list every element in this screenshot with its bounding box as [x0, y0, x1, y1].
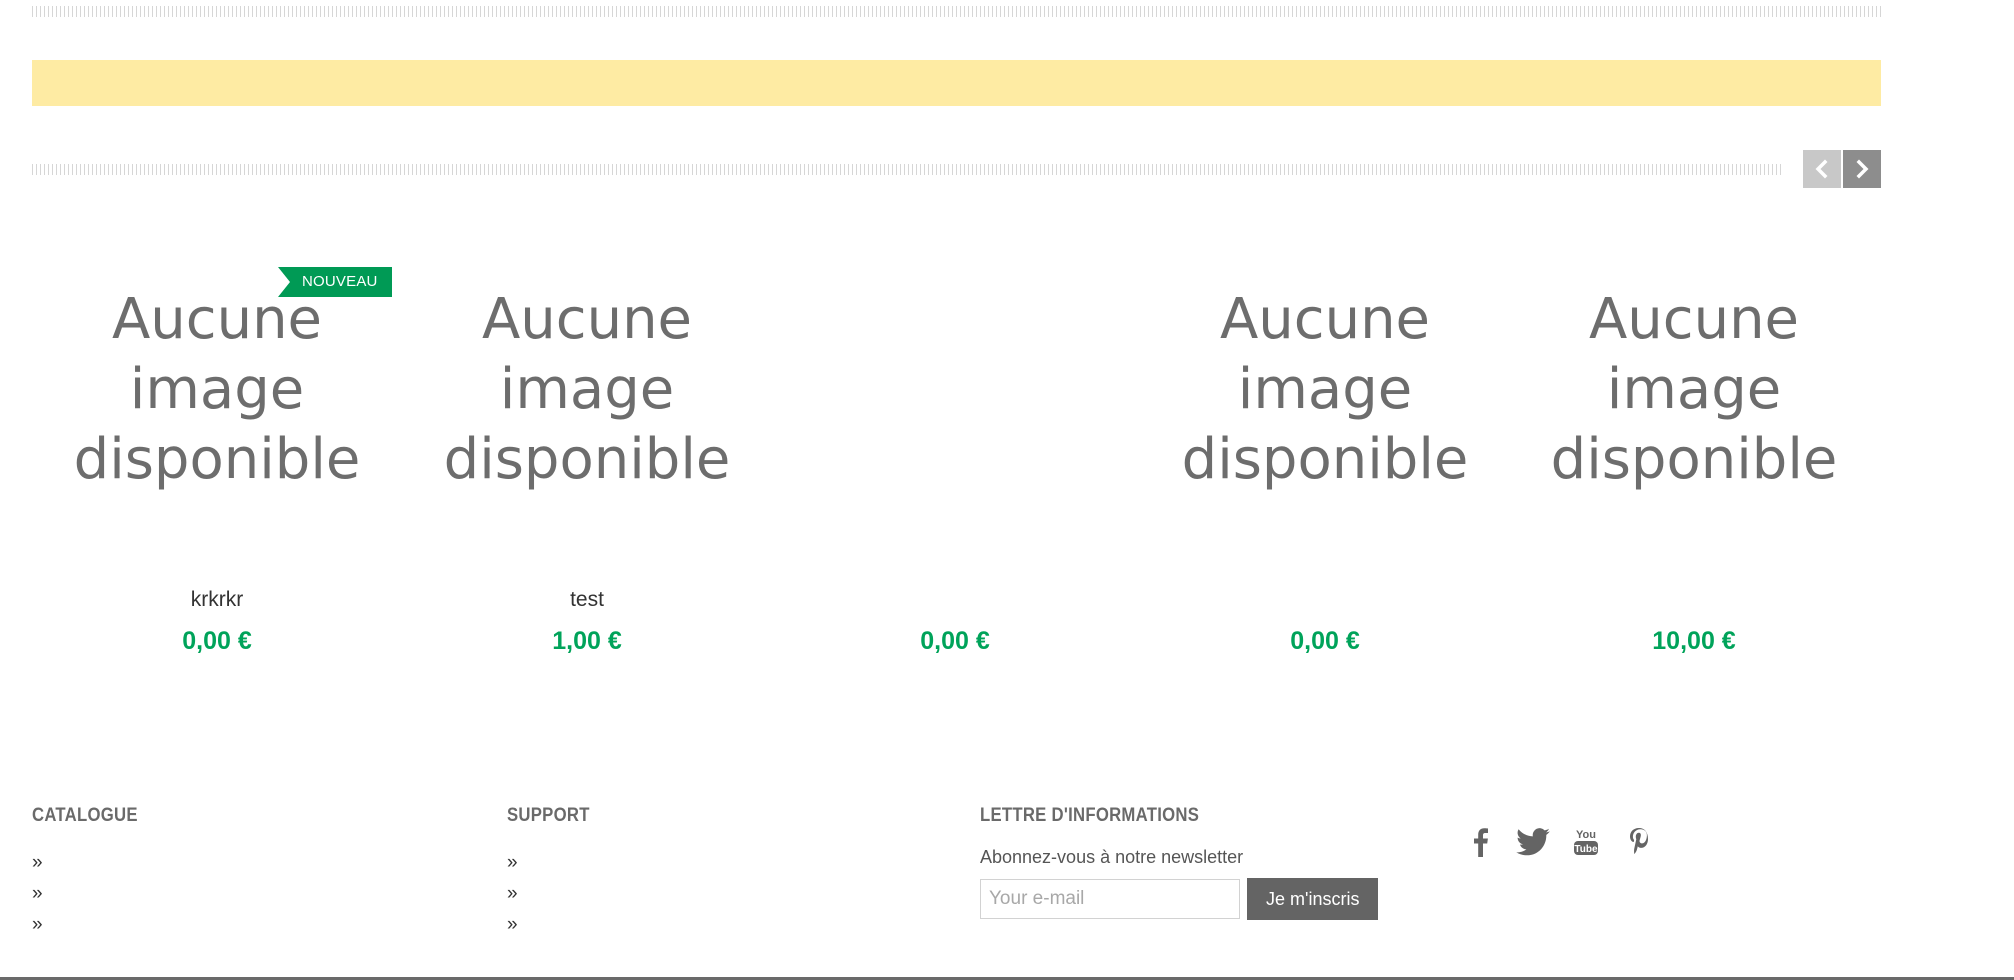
footer-newsletter: LETTRE D'INFORMATIONS Abonnez-vous à not… — [980, 805, 1379, 920]
pinterest-icon[interactable] — [1619, 822, 1659, 862]
newsletter-subscribe-button[interactable]: Je m'inscris — [1247, 878, 1379, 920]
footer-link[interactable]: » — [507, 909, 601, 940]
product-card[interactable]: NOUVEAU Aucune image disponible krkrkr 0… — [32, 265, 402, 675]
carousel-prev-button[interactable] — [1803, 150, 1841, 188]
image-placeholder-text: Aucune — [1588, 287, 1800, 352]
newsletter-email-input[interactable] — [980, 879, 1240, 919]
product-carousel: NOUVEAU Aucune image disponible krkrkr 0… — [32, 265, 1881, 675]
image-placeholder-text: disponible — [1181, 427, 1469, 492]
product-image-placeholder[interactable]: Aucune image disponible — [402, 287, 772, 492]
svg-text:You: You — [1576, 829, 1596, 841]
page: NOUVEAU Aucune image disponible krkrkr 0… — [0, 0, 2014, 980]
product-card[interactable]: Aucune image disponible test 1,00 € — [402, 265, 772, 675]
image-placeholder-text: image — [1237, 357, 1413, 422]
product-name[interactable]: test — [402, 588, 772, 612]
image-placeholder-text: image — [129, 357, 305, 422]
image-placeholder-text: disponible — [73, 427, 361, 492]
footer-catalogue-title: CATALOGUE — [32, 805, 138, 826]
carousel-next-button[interactable] — [1843, 150, 1881, 188]
notice-banner — [32, 60, 1881, 106]
youtube-icon[interactable]: You Tube — [1566, 822, 1606, 862]
footer-link[interactable]: » — [32, 847, 152, 878]
newsletter-description: Abonnez-vous à notre newsletter — [980, 847, 1244, 867]
product-card[interactable]: Aucune image disponible 10,00 € — [1509, 265, 1879, 675]
product-name[interactable]: krkrkr — [32, 588, 402, 612]
product-price: 1,00 € — [552, 627, 622, 655]
newsletter-form: Je m'inscris — [980, 878, 1379, 920]
image-placeholder-text: disponible — [443, 427, 731, 492]
product-price: 0,00 € — [920, 627, 990, 655]
social-links: You Tube — [1460, 822, 1672, 862]
footer-link[interactable]: » — [507, 878, 601, 909]
image-placeholder-text: image — [499, 357, 675, 422]
image-placeholder-text: disponible — [1550, 427, 1838, 492]
footer-support-title: SUPPORT — [507, 805, 590, 826]
twitter-icon[interactable] — [1513, 822, 1553, 862]
footer-catalogue: CATALOGUE » » » — [32, 805, 152, 940]
image-placeholder-text: image — [1606, 357, 1782, 422]
footer-support: SUPPORT » » » — [507, 805, 601, 940]
product-price: 10,00 € — [1652, 627, 1736, 655]
image-placeholder-text: Aucune — [111, 287, 323, 352]
product-image-placeholder[interactable] — [770, 300, 1140, 480]
product-image-placeholder[interactable]: Aucune image disponible — [1509, 287, 1879, 492]
product-card[interactable]: 0,00 € — [770, 265, 1140, 675]
top-divider — [32, 6, 1881, 17]
product-card[interactable]: Aucune image disponible 0,00 € — [1140, 265, 1510, 675]
footer-link[interactable]: » — [507, 847, 601, 878]
product-image-placeholder[interactable]: Aucune image disponible — [32, 287, 402, 492]
footer-link[interactable]: » — [32, 909, 152, 940]
facebook-icon[interactable] — [1460, 822, 1500, 862]
product-price: 0,00 € — [182, 627, 252, 655]
footer-link[interactable]: » — [32, 878, 152, 909]
chevron-right-icon — [1856, 159, 1869, 179]
product-image-placeholder[interactable]: Aucune image disponible — [1140, 287, 1510, 492]
footer-support-list: » » » — [507, 847, 601, 940]
section-divider — [32, 164, 1784, 175]
chevron-left-icon — [1815, 159, 1828, 179]
footer-catalogue-list: » » » — [32, 847, 152, 940]
svg-text:Tube: Tube — [1574, 844, 1598, 855]
image-placeholder-text: Aucune — [481, 287, 693, 352]
footer-newsletter-title: LETTRE D'INFORMATIONS — [980, 805, 1200, 826]
image-placeholder-text: Aucune — [1219, 287, 1431, 352]
product-price: 0,00 € — [1290, 627, 1360, 655]
